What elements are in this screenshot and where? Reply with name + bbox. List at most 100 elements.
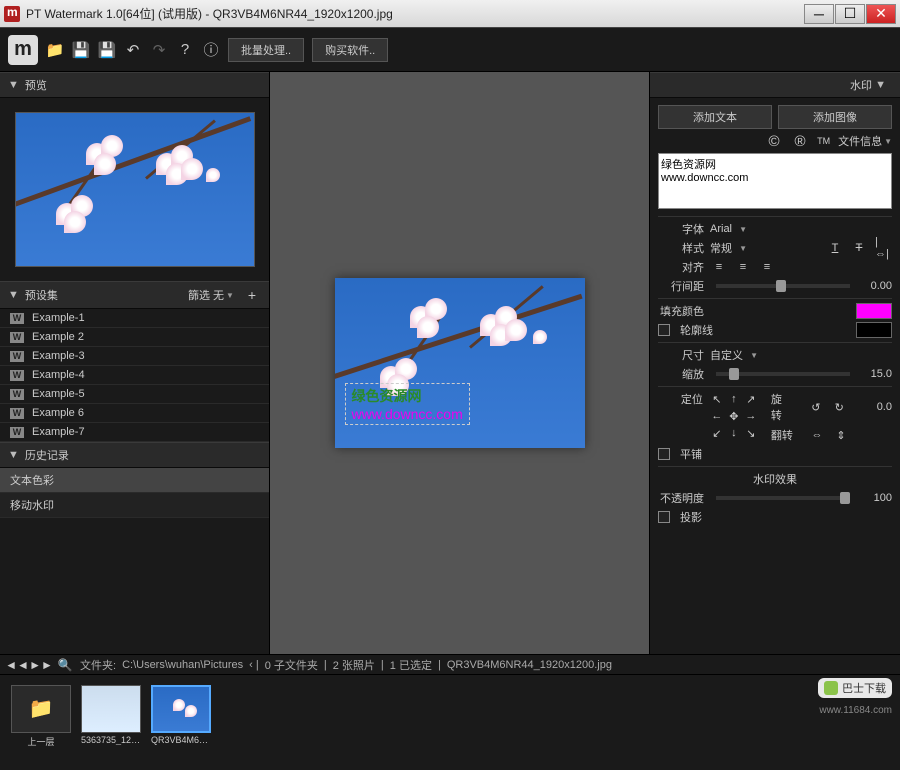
pos-c[interactable]: ✥ bbox=[726, 408, 742, 424]
pos-t[interactable]: ↑ bbox=[726, 391, 742, 407]
watermark-panel-title: 水印 bbox=[850, 77, 872, 93]
font-dropdown[interactable]: Arial ▼ bbox=[710, 223, 747, 235]
pos-tr[interactable]: ↗ bbox=[743, 391, 759, 407]
filmstrip-item[interactable]: QR3VB4M6NR... bbox=[150, 685, 212, 761]
add-preset-icon[interactable]: + bbox=[243, 286, 261, 304]
align-center-icon[interactable]: ≡ bbox=[734, 259, 752, 275]
watermark-text-input[interactable] bbox=[658, 153, 892, 209]
history-panel-title: 历史记录 bbox=[25, 447, 69, 463]
save-as-icon[interactable]: 💾 bbox=[98, 41, 116, 59]
canvas-image[interactable]: 绿色资源网 www.downcc.com bbox=[335, 278, 585, 448]
folder-path[interactable]: C:\Users\wuhan\Pictures bbox=[122, 659, 243, 671]
pos-label: 定位 bbox=[658, 391, 703, 407]
presets-filter-dropdown[interactable]: 无▼ bbox=[213, 287, 240, 303]
fileinfo-dropdown[interactable]: 文件信息▼ bbox=[838, 133, 892, 149]
preset-row[interactable]: WExample-1 bbox=[0, 309, 269, 328]
history-row[interactable]: 文本色彩 bbox=[0, 468, 269, 493]
save-icon[interactable]: 💾 bbox=[72, 41, 90, 59]
filmstrip-up-button[interactable]: 📁 上一层 bbox=[10, 685, 72, 761]
flip-v-icon[interactable]: ⇕ bbox=[832, 427, 850, 443]
info-icon[interactable]: ⓘ bbox=[202, 41, 220, 59]
rotate-label: 旋转 bbox=[771, 391, 792, 423]
rotate-cw-icon[interactable]: ↻ bbox=[831, 399, 848, 415]
window-titlebar: PT Watermark 1.0[64位] (试用版) - QR3VB4M6NR… bbox=[0, 0, 900, 28]
preset-icon: W bbox=[10, 389, 24, 400]
watermark-panel-header[interactable]: 水印 ▼ bbox=[650, 72, 900, 98]
add-text-button[interactable]: 添加文本 bbox=[658, 105, 772, 129]
align-left-icon[interactable]: ≡ bbox=[710, 259, 728, 275]
history-row[interactable]: 移动水印 bbox=[0, 493, 269, 518]
selected-count: 1 已选定 bbox=[390, 657, 432, 673]
preset-row[interactable]: WExample-5 bbox=[0, 385, 269, 404]
align-right-icon[interactable]: ≡ bbox=[758, 259, 776, 275]
pos-b[interactable]: ↓ bbox=[726, 425, 742, 441]
minimize-button[interactable]: ─ bbox=[804, 4, 834, 24]
help-icon[interactable]: ? bbox=[176, 41, 194, 59]
outline-color-swatch[interactable] bbox=[856, 322, 892, 338]
outline-checkbox[interactable] bbox=[658, 324, 670, 336]
preset-icon: W bbox=[10, 332, 24, 343]
history-panel-header[interactable]: ▼ 历史记录 bbox=[0, 442, 269, 468]
spacing-icon[interactable]: |⇔| bbox=[874, 240, 892, 256]
style-label: 样式 bbox=[658, 240, 704, 256]
undo-icon[interactable]: ↶ bbox=[124, 41, 142, 59]
size-dropdown[interactable]: 自定义 ▼ bbox=[710, 347, 758, 363]
preset-icon: W bbox=[10, 370, 24, 381]
preset-row[interactable]: WExample-3 bbox=[0, 347, 269, 366]
fill-color-swatch[interactable] bbox=[856, 303, 892, 319]
preset-icon: W bbox=[10, 351, 24, 362]
opacity-value: 100 bbox=[862, 492, 892, 504]
strikethrough-icon[interactable]: T bbox=[850, 240, 868, 256]
opacity-slider[interactable] bbox=[716, 496, 850, 500]
preset-row[interactable]: WExample 2 bbox=[0, 328, 269, 347]
outline-label: 轮廓线 bbox=[680, 322, 713, 338]
presets-list: WExample-1 WExample 2 WExample-3 WExampl… bbox=[0, 309, 269, 442]
style-dropdown[interactable]: 常规 ▼ bbox=[710, 240, 747, 256]
rotate-value: 0.0 bbox=[863, 401, 892, 413]
watermark-box[interactable]: 绿色资源网 www.downcc.com bbox=[345, 383, 470, 425]
trademark-icon[interactable]: TM bbox=[817, 136, 830, 146]
presets-filter-label: 篩选 bbox=[188, 287, 210, 303]
filmstrip-item[interactable]: 5363735_1286... bbox=[80, 685, 142, 761]
presets-panel-header[interactable]: ▼ 预设集 篩选 无▼ + bbox=[0, 281, 269, 309]
nav-back-icon[interactable]: ◄◄ bbox=[8, 656, 26, 674]
flip-h-icon[interactable]: ⇔ bbox=[808, 427, 826, 443]
zoom-icon[interactable]: 🔍 bbox=[56, 656, 74, 674]
source-brand-icon bbox=[824, 681, 838, 695]
copyright-icon[interactable]: © bbox=[765, 132, 783, 150]
lineheight-value: 0.00 bbox=[862, 280, 892, 292]
close-button[interactable]: ✕ bbox=[866, 4, 896, 24]
pos-r[interactable]: → bbox=[743, 408, 759, 424]
collapse-icon: ▼ bbox=[8, 79, 19, 91]
scale-slider[interactable] bbox=[716, 372, 850, 376]
align-label: 对齐 bbox=[658, 259, 704, 275]
underline-icon[interactable]: T bbox=[826, 240, 844, 256]
nav-fwd-icon[interactable]: ►► bbox=[32, 656, 50, 674]
pos-br[interactable]: ↘ bbox=[743, 425, 759, 441]
tile-label: 平铺 bbox=[680, 446, 702, 462]
pos-bl[interactable]: ↙ bbox=[709, 425, 725, 441]
registered-icon[interactable]: ® bbox=[791, 132, 809, 150]
preset-row[interactable]: WExample-4 bbox=[0, 366, 269, 385]
window-title: PT Watermark 1.0[64位] (试用版) - QR3VB4M6NR… bbox=[26, 5, 803, 22]
add-image-button[interactable]: 添加图像 bbox=[778, 105, 892, 129]
open-icon[interactable]: 📁 bbox=[46, 41, 64, 59]
preset-icon: W bbox=[10, 427, 24, 438]
position-grid: ↖↑↗ ←✥→ ↙↓↘ bbox=[709, 391, 759, 441]
tile-checkbox[interactable] bbox=[658, 448, 670, 460]
collapse-icon: ▼ bbox=[875, 79, 886, 91]
preset-row[interactable]: WExample-7 bbox=[0, 423, 269, 442]
shadow-checkbox[interactable] bbox=[658, 511, 670, 523]
lineheight-slider[interactable] bbox=[716, 284, 850, 288]
rotate-ccw-icon[interactable]: ↺ bbox=[807, 399, 824, 415]
preview-panel-header[interactable]: ▼ 预览 bbox=[0, 72, 269, 98]
buy-button[interactable]: 购买软件.. bbox=[312, 38, 388, 62]
redo-icon[interactable]: ↷ bbox=[150, 41, 168, 59]
batch-button[interactable]: 批量处理.. bbox=[228, 38, 304, 62]
pos-l[interactable]: ← bbox=[709, 408, 725, 424]
maximize-button[interactable]: ☐ bbox=[835, 4, 865, 24]
canvas-area[interactable]: 绿色资源网 www.downcc.com bbox=[270, 72, 650, 654]
pos-tl[interactable]: ↖ bbox=[709, 391, 725, 407]
preset-row[interactable]: WExample 6 bbox=[0, 404, 269, 423]
source-brand: 巴士下载 bbox=[818, 678, 892, 698]
